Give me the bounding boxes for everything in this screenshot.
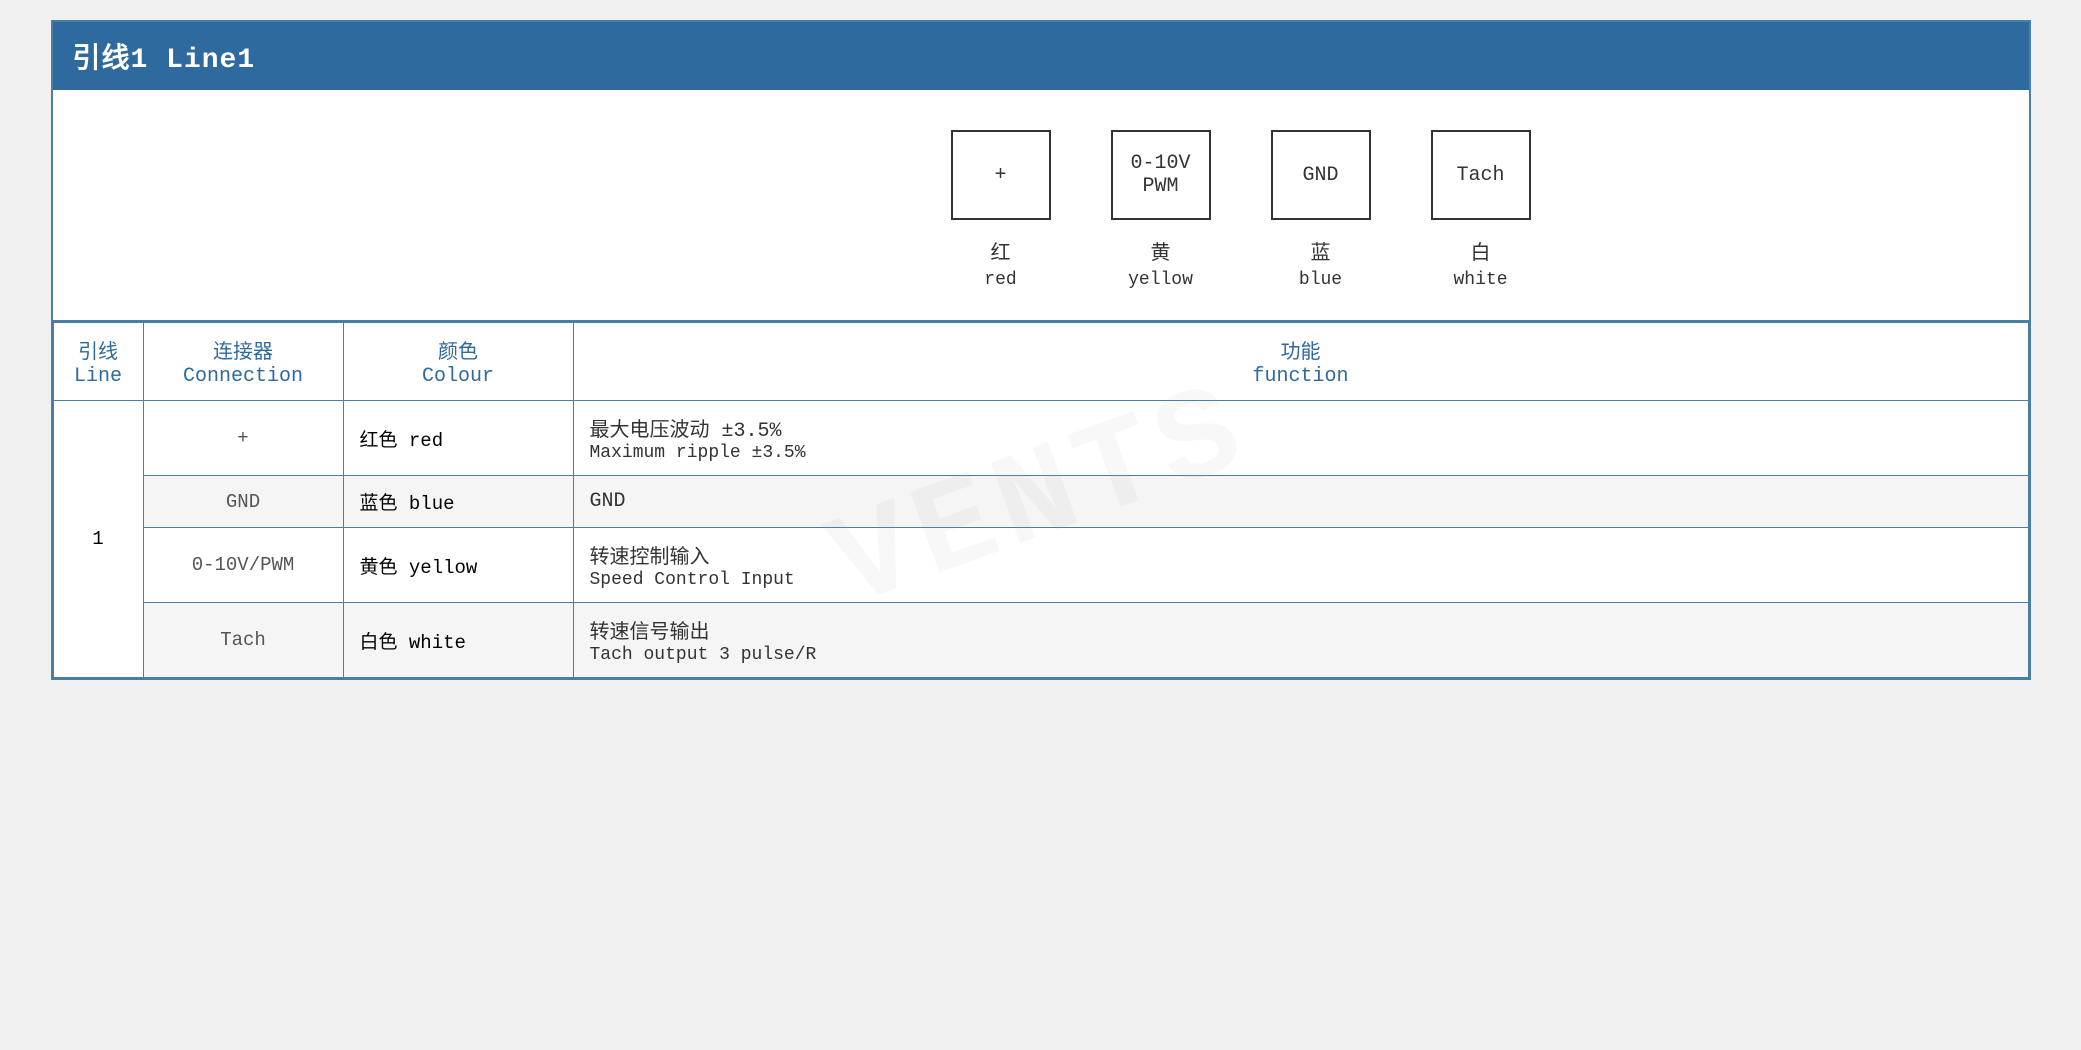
th-function: 功能 function xyxy=(573,323,2028,401)
page-header: 引线1 Line1 xyxy=(53,22,2029,90)
main-container: 引线1 Line1 + 红 red 0-10V PWM 黄 yellow GND 蓝 blue T… xyxy=(51,20,2031,680)
connector-block-pwm: 0-10V PWM 黄 yellow xyxy=(1081,130,1241,290)
th-function-zh: 功能 xyxy=(590,335,2012,365)
diagram-section: + 红 red 0-10V PWM 黄 yellow GND 蓝 blue Tach 白 white xyxy=(53,90,2029,322)
cell-connection: Tach xyxy=(143,603,343,678)
th-line-zh: 引线 xyxy=(70,335,127,365)
th-connection-zh: 连接器 xyxy=(160,335,327,365)
connector-block-tach: Tach 白 white xyxy=(1401,130,1561,290)
table-header-row: 引线 Line 连接器 Connection 颜色 Colour 功能 func… xyxy=(53,323,2028,401)
cell-line-number: 1 xyxy=(53,401,143,678)
th-line-en: Line xyxy=(70,365,127,388)
th-connection-en: Connection xyxy=(160,365,327,388)
connector-label-zh-pwm: 黄 xyxy=(1151,236,1171,266)
th-colour-en: Colour xyxy=(360,365,557,388)
connector-label-en-tach: white xyxy=(1453,270,1507,290)
th-line: 引线 Line xyxy=(53,323,143,401)
table-body: 1+红色 red最大电压波动 ±3.5%Maximum ripple ±3.5%… xyxy=(53,401,2028,678)
cell-function: GND xyxy=(573,476,2028,528)
diagram-inner: + 红 red 0-10V PWM 黄 yellow GND 蓝 blue Tach 白 white xyxy=(921,130,1561,290)
table-row: GND蓝色 blueGND xyxy=(53,476,2028,528)
connector-label-en-gnd: blue xyxy=(1299,270,1342,290)
connector-label-en-pwm: yellow xyxy=(1128,270,1193,290)
cell-colour: 红色 red xyxy=(343,401,573,476)
connector-label-zh-plus: 红 xyxy=(991,236,1011,266)
cell-function: 转速控制输入Speed Control Input xyxy=(573,528,2028,603)
connector-label-zh-gnd: 蓝 xyxy=(1311,236,1331,266)
cell-colour: 黄色 yellow xyxy=(343,528,573,603)
connector-label-en-plus: red xyxy=(984,270,1016,290)
cell-function: 最大电压波动 ±3.5%Maximum ripple ±3.5% xyxy=(573,401,2028,476)
th-function-en: function xyxy=(590,365,2012,388)
table-wrapper: 引线 Line 连接器 Connection 颜色 Colour 功能 func… xyxy=(53,322,2029,678)
connector-block-plus: + 红 red xyxy=(921,130,1081,290)
main-table: 引线 Line 连接器 Connection 颜色 Colour 功能 func… xyxy=(53,322,2029,678)
cell-connection: 0-10V/PWM xyxy=(143,528,343,603)
cell-function: 转速信号输出Tach output 3 pulse/R xyxy=(573,603,2028,678)
th-connection: 连接器 Connection xyxy=(143,323,343,401)
connector-box-gnd: GND xyxy=(1271,130,1371,220)
connector-label-zh-tach: 白 xyxy=(1471,236,1491,266)
connector-box-pwm: 0-10V PWM xyxy=(1111,130,1211,220)
th-colour-zh: 颜色 xyxy=(360,335,557,365)
th-colour: 颜色 Colour xyxy=(343,323,573,401)
connector-box-plus: + xyxy=(951,130,1051,220)
header-title: 引线1 Line1 xyxy=(73,45,256,76)
cell-colour: 蓝色 blue xyxy=(343,476,573,528)
cell-connection: GND xyxy=(143,476,343,528)
connector-block-gnd: GND 蓝 blue xyxy=(1241,130,1401,290)
cell-colour: 白色 white xyxy=(343,603,573,678)
table-row: Tach白色 white转速信号输出Tach output 3 pulse/R xyxy=(53,603,2028,678)
table-row: 0-10V/PWM黄色 yellow转速控制输入Speed Control In… xyxy=(53,528,2028,603)
table-row: 1+红色 red最大电压波动 ±3.5%Maximum ripple ±3.5% xyxy=(53,401,2028,476)
connector-box-tach: Tach xyxy=(1431,130,1531,220)
cell-connection: + xyxy=(143,401,343,476)
